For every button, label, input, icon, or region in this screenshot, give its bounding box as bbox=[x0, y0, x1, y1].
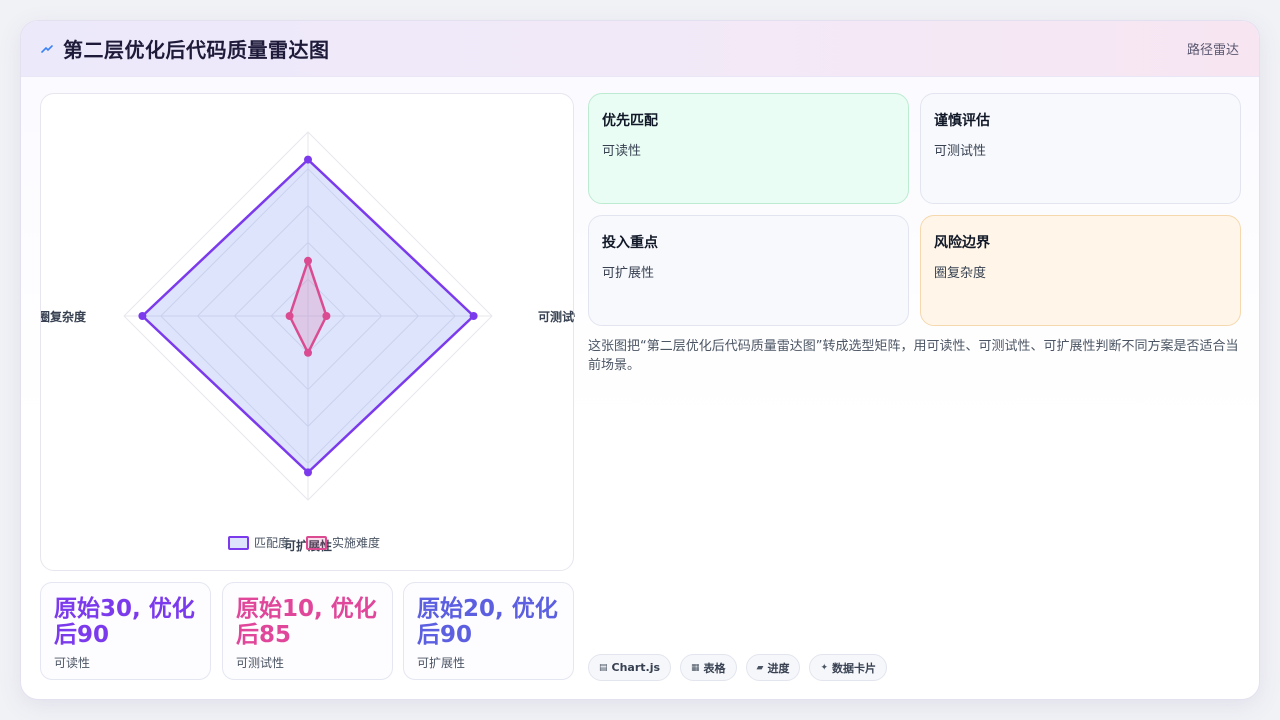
stat-value: 原始30, 优化后90 bbox=[54, 596, 195, 648]
stat-label: 可测试性 bbox=[236, 656, 285, 670]
radar-data-point bbox=[304, 155, 312, 164]
chip-progress[interactable]: ▰ 进度 bbox=[745, 654, 801, 681]
card-subtitle: 可扩展性 bbox=[602, 266, 655, 281]
legend-label: 实施难度 bbox=[332, 535, 380, 550]
chip-chartjs[interactable]: ▤ Chart.js bbox=[588, 654, 672, 681]
chip-data-card[interactable]: ✦ 数据卡片 bbox=[809, 654, 888, 681]
radar-data-point bbox=[469, 312, 478, 320]
stat-label: 可读性 bbox=[54, 656, 91, 670]
card-title: 风险边界 bbox=[934, 235, 990, 251]
radar-data-point bbox=[138, 312, 147, 320]
card-invest-focus: 投入重点 可扩展性 bbox=[588, 215, 909, 326]
card-priority-match: 优先匹配 可读性 bbox=[588, 93, 909, 204]
stat-card-testability: 原始10, 优化后85 可测试性 bbox=[222, 582, 393, 680]
card-subtitle: 可读性 bbox=[602, 144, 642, 159]
card-subtitle: 圈复杂度 bbox=[934, 266, 987, 281]
card-header: 第二层优化后代码质量雷达图 路径雷达 bbox=[21, 21, 1259, 77]
card-title: 投入重点 bbox=[602, 235, 658, 251]
radar-chart-panel: 可读性可测试性可扩展性圈复杂度匹配度实施难度 bbox=[40, 93, 575, 571]
chip-label: 表格 bbox=[703, 661, 726, 675]
card-title: 优先匹配 bbox=[602, 113, 658, 129]
tech-chips: ▤ Chart.js ▦ 表格 ▰ 进度 ✦ 数据卡片 bbox=[588, 654, 888, 681]
radar-axis-label: 可测试性 bbox=[538, 309, 575, 324]
stat-value: 原始20, 优化后90 bbox=[417, 596, 558, 648]
trend-line-icon bbox=[41, 44, 53, 54]
main-card: 第二层优化后代码质量雷达图 路径雷达 可读性可测试性可扩展性圈复杂度匹配度实施难… bbox=[20, 20, 1260, 700]
legend-swatch bbox=[228, 536, 249, 550]
chip-label: 进度 bbox=[767, 661, 790, 675]
chip-label: 数据卡片 bbox=[832, 661, 877, 675]
table-icon: ▦ bbox=[691, 662, 700, 673]
radar-data-point bbox=[304, 348, 312, 357]
legend-label: 匹配度 bbox=[254, 535, 290, 550]
chart-icon: ▤ bbox=[599, 662, 608, 673]
chart-description: 这张图把“第二层优化后代码质量雷达图”转成选型矩阵，用可读性、可测试性、可扩展性… bbox=[588, 339, 1239, 373]
stat-card-extensibility: 原始20, 优化后90 可扩展性 bbox=[403, 582, 574, 680]
chip-table[interactable]: ▦ 表格 bbox=[680, 654, 737, 681]
card-subtitle: 可测试性 bbox=[934, 144, 987, 159]
radar-data-point bbox=[285, 312, 294, 320]
radar-data-point bbox=[304, 468, 312, 477]
radar-chart: 可读性可测试性可扩展性圈复杂度匹配度实施难度 bbox=[41, 131, 575, 553]
card-careful-eval: 谨慎评估 可测试性 bbox=[920, 93, 1241, 204]
radar-axis-label: 圈复杂度 bbox=[41, 309, 87, 324]
card-risk-boundary: 风险边界 圈复杂度 bbox=[920, 215, 1241, 326]
radar-data-point bbox=[304, 256, 312, 265]
stat-label: 可扩展性 bbox=[417, 656, 466, 670]
chip-label: Chart.js bbox=[611, 661, 661, 674]
progress-icon: ▰ bbox=[756, 662, 764, 673]
page-title: 第二层优化后代码质量雷达图 bbox=[63, 38, 330, 62]
card-title: 谨慎评估 bbox=[934, 113, 990, 129]
header-tag: 路径雷达 bbox=[1186, 43, 1239, 58]
sparkle-icon: ✦ bbox=[820, 662, 829, 673]
legend-swatch bbox=[306, 536, 327, 550]
radar-data-point bbox=[322, 312, 331, 320]
stat-value: 原始10, 优化后85 bbox=[236, 596, 377, 648]
stat-card-readability: 原始30, 优化后90 可读性 bbox=[40, 582, 211, 680]
